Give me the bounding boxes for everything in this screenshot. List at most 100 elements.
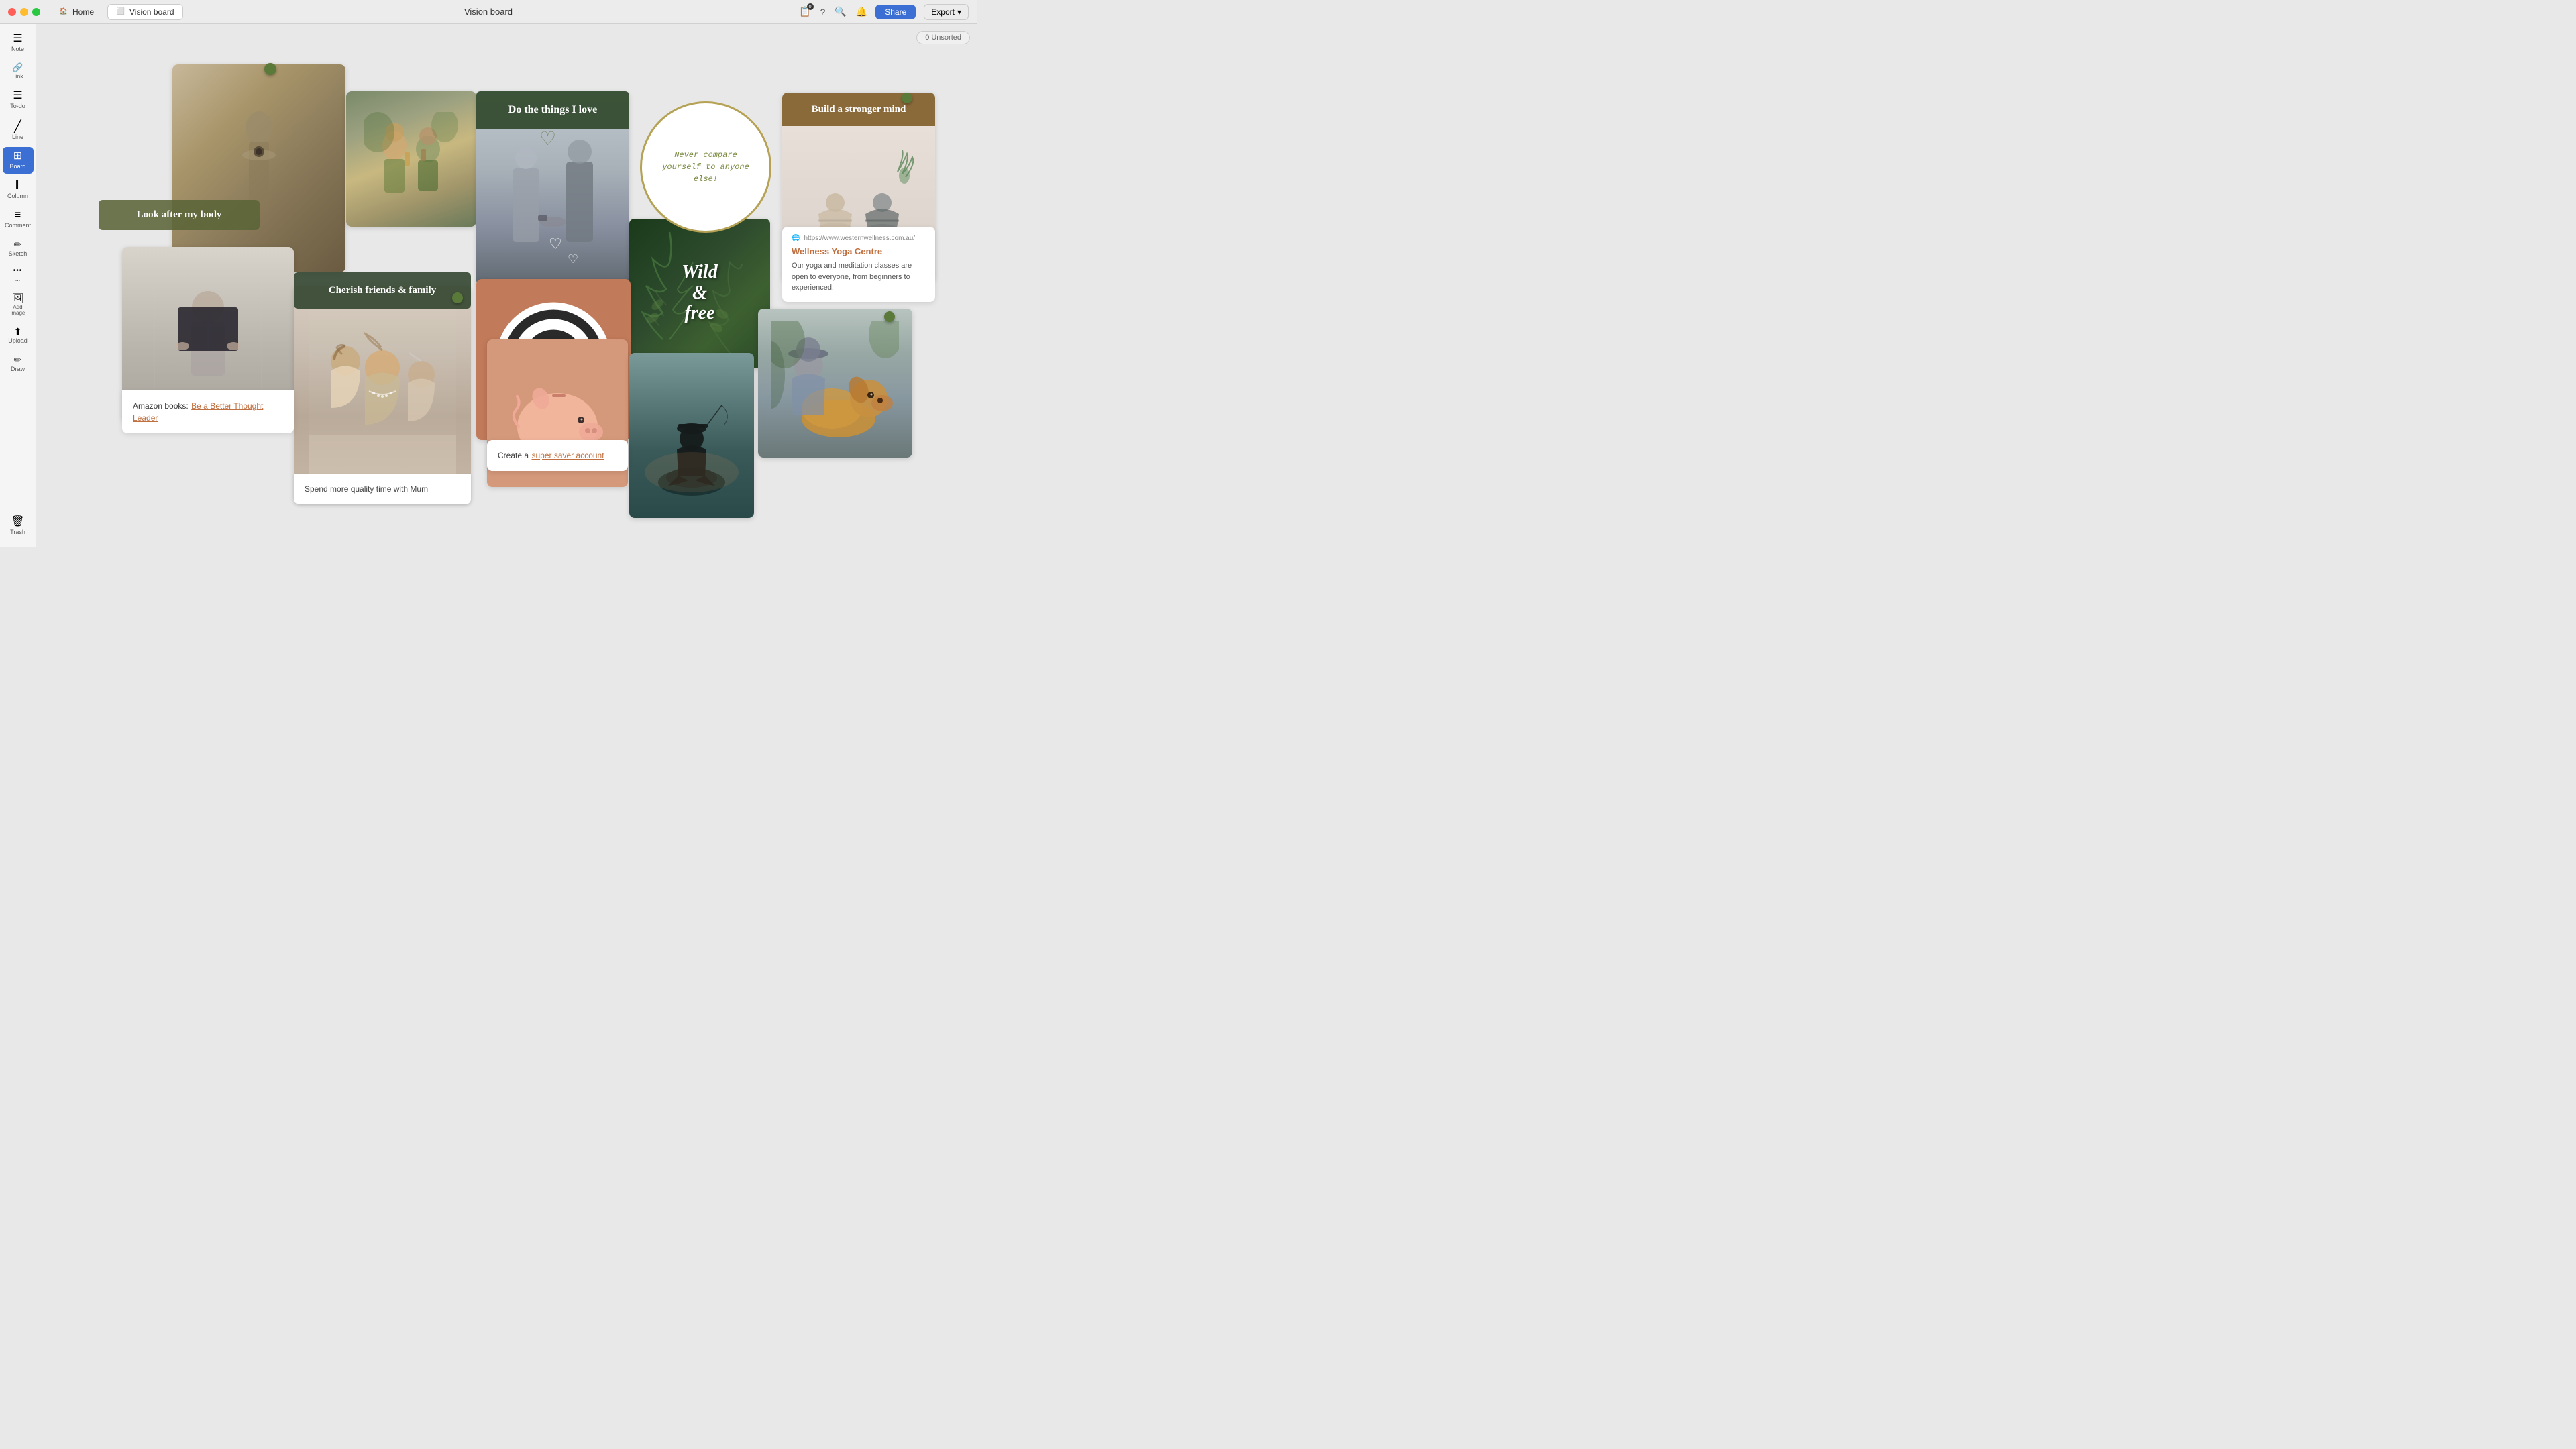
home-icon: 🏠 [59,7,68,17]
reader-silhouette [154,274,262,394]
wellness-link-card[interactable]: 🌐 https://www.westernwellness.com.au/ We… [782,227,935,302]
circle-quote-text: Never compare yourself to anyone else! [658,149,753,185]
sidebar-item-column-label: Column [7,193,28,199]
amazon-text: Amazon books: [133,401,189,411]
circle-quote-card[interactable]: Never compare yourself to anyone else! [640,101,771,233]
svg-text:♡: ♡ [539,128,556,149]
export-label: Export [931,7,955,17]
saver-text: Create a [498,451,529,460]
board-icon: ⊞ [13,151,22,162]
notifications-icon[interactable]: 📋 0 [799,6,810,17]
link-icon: 🔗 [12,63,23,72]
wellness-name[interactable]: Wellness Yoga Centre [792,246,926,256]
pin-dog [884,311,895,322]
look-after-card[interactable]: Look after my body [99,200,260,230]
pin-body [264,63,276,75]
help-icon[interactable]: ? [820,7,826,17]
unsorted-text: 0 Unsorted [925,34,961,42]
dog-image-card[interactable] [758,309,912,458]
sidebar-item-board-label: Board [9,163,25,170]
sidebar-item-note[interactable]: ☰ Note [3,30,34,56]
notif-badge: 0 [807,3,814,10]
column-icon: ⦀ [15,180,20,191]
tab-vision-board[interactable]: ⬜ Vision board [107,4,183,20]
chevron-down-icon: ▾ [957,7,961,17]
sidebar-item-comment[interactable]: ≡ Comment [3,206,34,233]
mindfulness-silhouette [645,365,739,506]
trash-icon: 🗑 [11,517,24,527]
saver-note-card[interactable]: Create a super saver account [487,440,628,471]
more-icon: ••• [13,268,23,274]
sidebar-item-todo[interactable]: ☰ To-do [3,87,34,113]
sidebar-item-draw[interactable]: ✏ Draw [3,351,34,376]
amazon-note-card[interactable]: Amazon books: Be a Better Thought Leader [122,390,294,433]
tab-home-label: Home [72,7,94,17]
sidebar-item-sketch-label: Sketch [9,250,28,257]
sidebar-item-todo-label: To-do [10,103,25,109]
sidebar-item-note-label: Note [11,46,24,52]
look-after-text: Look after my body [137,209,222,221]
tab-home[interactable]: 🏠 Home [51,5,102,19]
picnic-image-card[interactable] [346,91,476,227]
share-button[interactable]: Share [875,5,916,19]
cherish-text: Cherish friends & family [329,285,436,297]
sidebar-item-line-label: Line [12,133,23,140]
heart-deco-1: ♡ [549,235,562,253]
dog-silhouette [771,321,899,445]
wild-free-card[interactable]: Wild&free [629,219,770,368]
wild-free-text: Wild&free [682,262,717,324]
picnic-silhouette [364,112,458,206]
pin-mum [452,292,463,303]
main: ☰ Note 🔗 Link ☰ To-do ╱ Line ⊞ Board ⦀ C… [0,24,977,547]
sidebar: ☰ Note 🔗 Link ☰ To-do ╱ Line ⊞ Board ⦀ C… [0,24,36,547]
body-image-card[interactable] [172,64,345,272]
todo-icon: ☰ [13,91,22,101]
sidebar-item-comment-label: Comment [5,222,31,229]
sidebar-item-link-label: Link [12,73,23,80]
group-image-card[interactable] [294,286,471,503]
cherish-card[interactable]: Cherish friends & family [294,272,471,309]
wellness-url: https://www.westernwellness.com.au/ [804,235,915,242]
canvas[interactable]: 0 Unsorted Look after my body [36,24,977,547]
sidebar-item-draw-label: Draw [11,366,25,372]
sketch-icon: ✏ [14,239,22,249]
sidebar-item-board[interactable]: ⊞ Board [3,147,34,174]
sidebar-item-more[interactable]: ••• ... [3,264,34,286]
wellness-url-icon: 🌐 [792,235,800,242]
comment-icon: ≡ [15,210,21,221]
tab-vision-board-label: Vision board [129,7,174,17]
sidebar-item-trash[interactable]: 🗑 Trash [3,513,34,539]
sidebar-item-sketch[interactable]: ✏ Sketch [3,235,34,261]
sidebar-item-link[interactable]: 🔗 Link [3,59,34,84]
draw-icon: ✏ [14,355,22,364]
sidebar-item-column[interactable]: ⦀ Column [3,176,34,203]
line-icon: ╱ [14,120,21,132]
heart-deco-2: ♡ [568,252,578,266]
search-icon[interactable]: 🔍 [835,6,846,17]
sidebar-item-upload[interactable]: ⬆ Upload [3,323,34,348]
do-things-card[interactable]: Do the things I love [476,91,629,129]
sidebar-item-add-image-label: Add image [5,304,31,316]
saver-link[interactable]: super saver account [531,451,604,460]
traffic-lights [8,8,40,16]
bell-icon[interactable]: 🔔 [856,6,867,17]
sidebar-item-trash-label: Trash [10,529,25,535]
do-things-text: Do the things I love [508,104,597,116]
sidebar-item-line[interactable]: ╱ Line [3,116,34,144]
titlebar-right: 📋 0 ? 🔍 🔔 Share Export ▾ [799,4,969,20]
build-mind-text: Build a stronger mind [812,104,906,115]
export-button[interactable]: Export ▾ [924,4,969,20]
close-button[interactable] [8,8,16,16]
titlebar-icons: 📋 0 ? 🔍 🔔 [799,6,867,17]
titlebar: 🏠 Home ⬜ Vision board Vision board 📋 0 ?… [0,0,977,24]
sidebar-item-upload-label: Upload [8,337,28,344]
mum-note-card[interactable]: Spend more quality time with Mum [294,474,471,504]
page-title: Vision board [464,7,513,17]
sidebar-item-more-label: ... [15,276,21,282]
sidebar-item-add-image[interactable]: 🖼 Add image [3,289,34,320]
tabs: 🏠 Home ⬜ Vision board [51,4,183,20]
maximize-button[interactable] [32,8,40,16]
upload-icon: ⬆ [14,327,22,336]
minimize-button[interactable] [20,8,28,16]
mindfulness-image-card[interactable] [629,353,754,518]
